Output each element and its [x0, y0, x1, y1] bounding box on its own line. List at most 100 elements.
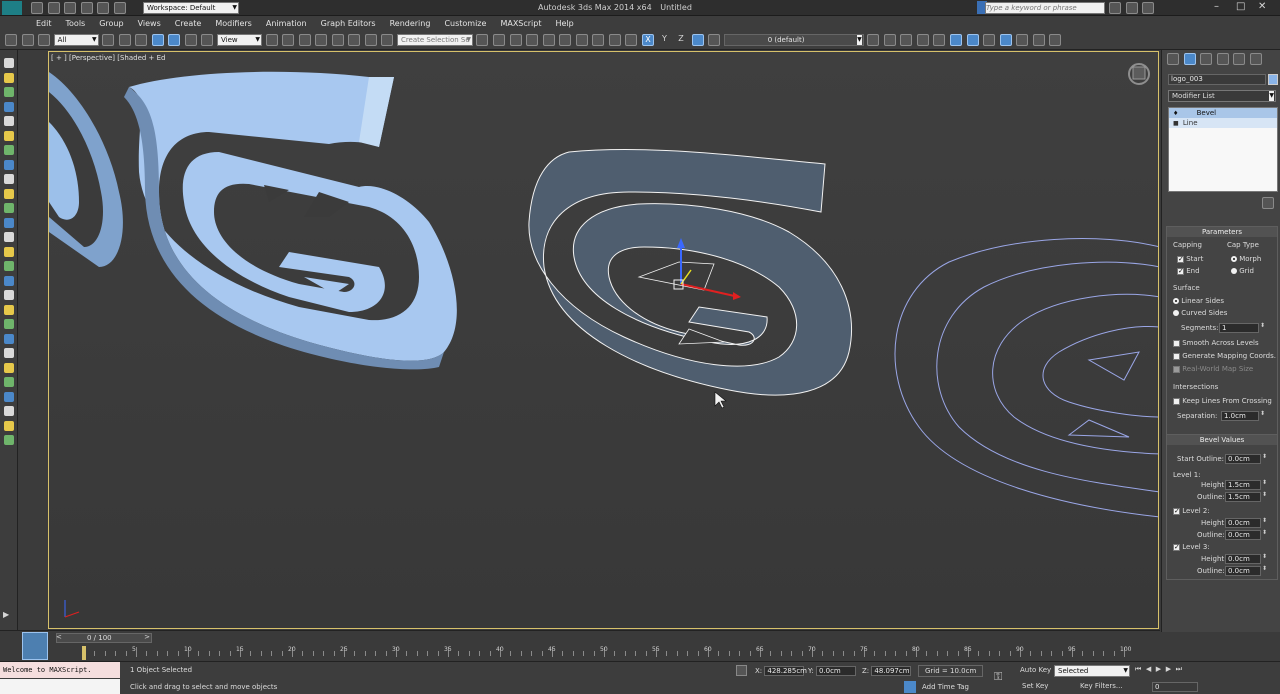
shape-section-icon[interactable] [4, 348, 14, 358]
curve-editor-icon[interactable] [542, 34, 555, 46]
select-move-icon[interactable] [168, 34, 181, 46]
pivot-center-icon[interactable] [265, 34, 278, 46]
redo-icon[interactable] [97, 2, 110, 14]
segments-spinner-icon[interactable]: ⬍ [1260, 322, 1266, 329]
set-key-button[interactable]: Set Key [1022, 682, 1048, 690]
x-coord-field[interactable]: 428.285cm [764, 666, 807, 676]
distribute-icon[interactable] [1032, 34, 1045, 46]
keep-lines-checkbox[interactable] [1173, 397, 1180, 405]
time-slider-next-icon[interactable]: > [144, 633, 150, 641]
undo-icon[interactable] [80, 2, 93, 14]
set-current-layer-icon[interactable] [916, 34, 929, 46]
minimize-icon[interactable]: – [1214, 1, 1219, 12]
light-icon[interactable] [4, 203, 14, 213]
axis-x-button[interactable]: X [641, 34, 654, 46]
zoom-all-icon[interactable] [1222, 664, 1233, 675]
shape-star-icon[interactable] [4, 406, 14, 416]
stack-item-bevel[interactable]: ♦ Bevel [1169, 108, 1277, 118]
menu-animation[interactable]: Animation [259, 16, 314, 31]
spacewarp-icon[interactable] [4, 246, 14, 257]
manipulate-icon[interactable] [282, 34, 295, 46]
shape-line-icon[interactable] [4, 275, 14, 286]
select-object-icon[interactable] [102, 34, 115, 46]
layers-icon[interactable] [708, 34, 721, 46]
align-bottom-icon[interactable] [999, 34, 1012, 46]
lightbulb-icon[interactable]: ♦ [1173, 110, 1178, 117]
sphere-icon[interactable] [4, 58, 14, 68]
gen-mapping-checkbox[interactable] [1173, 352, 1180, 360]
named-selection-dropdown[interactable]: Create Selection Se ▼ [396, 34, 473, 46]
edit-named-selection-icon[interactable] [381, 34, 394, 46]
layer-dropdown[interactable]: 0 (default) ▼ [723, 34, 864, 46]
key-mode-dropdown[interactable]: Selected ▼ [1054, 665, 1130, 677]
cap-grid-radio[interactable] [1231, 268, 1237, 274]
goto-start-icon[interactable]: ⏮ [1135, 665, 1141, 676]
graphite-ribbon-icon[interactable] [526, 34, 539, 46]
bind-spacewarp-icon[interactable] [38, 34, 51, 46]
align-icon[interactable] [493, 34, 506, 46]
expand-icon[interactable]: ■ [1173, 120, 1179, 127]
selection-lock-icon[interactable] [721, 665, 732, 676]
zoom-icon[interactable] [1206, 664, 1217, 675]
level2-outline-spinner-icon[interactable]: ⬍ [1262, 529, 1268, 536]
shape-ngon-icon[interactable] [4, 319, 14, 329]
current-frame-field[interactable]: 0 [1152, 682, 1198, 692]
help-icon[interactable] [1142, 2, 1155, 14]
menu-help[interactable]: Help [549, 16, 581, 31]
new-file-icon[interactable] [31, 2, 43, 14]
spacing-icon[interactable] [1049, 34, 1062, 46]
start-outline-field[interactable]: 0.0cm [1225, 454, 1261, 464]
render-setup-icon[interactable] [592, 34, 605, 46]
cap-start-checkbox[interactable] [1177, 255, 1184, 263]
axis-plane-icon[interactable] [691, 34, 704, 46]
stack-item-line[interactable]: ■ Line [1169, 118, 1277, 128]
axis-y-button[interactable]: Y [659, 34, 671, 46]
orbit-icon[interactable] [1237, 675, 1248, 686]
maximize-viewport-icon[interactable] [1253, 675, 1264, 686]
box-icon[interactable] [4, 72, 14, 83]
menu-tools[interactable]: Tools [59, 16, 93, 31]
goto-end-icon[interactable]: ⏭ [1176, 665, 1182, 676]
prev-frame-icon[interactable]: ◀ [1146, 665, 1151, 676]
camera-icon[interactable] [4, 217, 14, 228]
link-icon[interactable] [5, 34, 17, 46]
segments-field[interactable]: 1 [1219, 323, 1259, 333]
tab-modify-icon[interactable] [1183, 53, 1196, 65]
level3-outline-field[interactable]: 0.0cm [1225, 566, 1261, 576]
tab-hierarchy-icon[interactable] [1200, 53, 1213, 65]
object-name-field[interactable]: logo_003 [1168, 74, 1266, 85]
tab-display-icon[interactable] [1233, 53, 1246, 65]
maximize-icon[interactable]: □ [1236, 1, 1245, 12]
geosphere-icon[interactable] [4, 188, 14, 199]
select-rotate-icon[interactable] [184, 34, 197, 46]
level2-height-spinner-icon[interactable]: ⬍ [1262, 517, 1268, 524]
start-outline-spinner-icon[interactable]: ⬍ [1262, 453, 1268, 460]
project-folder-icon[interactable] [113, 2, 126, 14]
snaps-toggle-icon[interactable] [315, 34, 328, 46]
bevel-values-rollout-header[interactable]: Bevel Values [1167, 435, 1277, 445]
add-time-tag-button[interactable]: Add Time Tag [922, 683, 969, 691]
curved-sides-radio[interactable] [1173, 310, 1179, 316]
open-file-icon[interactable] [47, 2, 60, 14]
shape-arc-icon[interactable] [4, 304, 14, 315]
select-by-name-icon[interactable] [118, 34, 131, 46]
modifier-stack-list[interactable]: ♦ Bevel ■ Line [1168, 107, 1278, 192]
level1-height-spinner-icon[interactable]: ⬍ [1262, 479, 1268, 486]
tab-create-icon[interactable] [1167, 53, 1179, 65]
reference-coord-dropdown[interactable]: View ▼ [217, 34, 263, 46]
align-top-icon[interactable] [983, 34, 996, 46]
shape-rectangle-icon[interactable] [4, 362, 14, 373]
linear-sides-radio[interactable] [1173, 298, 1179, 304]
level3-height-field[interactable]: 0.0cm [1225, 554, 1261, 564]
shape-helix-icon[interactable] [4, 420, 14, 431]
shape-circle-icon[interactable] [4, 290, 14, 300]
system-icon[interactable] [4, 261, 14, 271]
show-end-result-icon[interactable] [1197, 197, 1209, 209]
field-of-view-icon[interactable] [1206, 675, 1217, 686]
time-slider[interactable]: < 0 / 100 > [56, 633, 152, 643]
teapot-icon[interactable] [4, 130, 14, 141]
auto-key-button[interactable]: Auto Key [1020, 666, 1051, 674]
object-color-swatch[interactable] [1268, 74, 1278, 85]
star-icon[interactable] [1125, 2, 1138, 14]
select-layer-icon[interactable] [900, 34, 913, 46]
